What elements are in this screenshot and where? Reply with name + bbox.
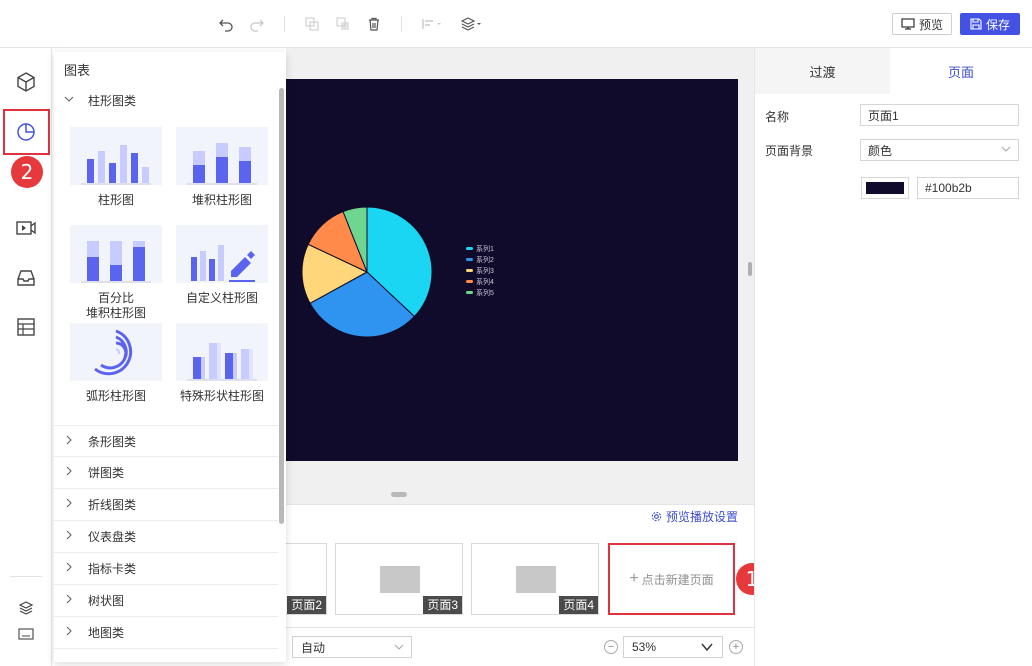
chevron-right-icon: [64, 435, 76, 448]
legend-item: 系列1: [466, 243, 494, 254]
undo-icon[interactable]: [216, 14, 236, 34]
chevron-right-icon: [64, 626, 76, 639]
play-mode-select[interactable]: 自动: [292, 636, 412, 658]
name-label: 名称: [765, 110, 790, 124]
chart-icon[interactable]: [14, 120, 38, 144]
page-thumb-2[interactable]: 页面2: [286, 543, 327, 615]
preview-label: 预览: [918, 17, 943, 32]
inbox-icon[interactable]: [14, 266, 38, 290]
chart-card-stacked[interactable]: 堆积柱形图: [176, 127, 268, 208]
chart-card-percent-stacked[interactable]: 百分比 堆积柱形图: [70, 225, 162, 321]
horizontal-scrollbar[interactable]: [391, 492, 407, 497]
chart-card-column[interactable]: 柱形图: [70, 127, 162, 208]
save-icon: [970, 18, 982, 30]
copy-icon[interactable]: [302, 14, 322, 34]
page-thumb-4[interactable]: 页面4: [471, 543, 599, 615]
legend-item: 系列3: [466, 265, 494, 276]
save-button[interactable]: 保存: [960, 13, 1020, 35]
page-label: 页面4: [559, 596, 598, 614]
tab-page[interactable]: 页面: [890, 48, 1032, 94]
component-icon[interactable]: [14, 70, 38, 94]
chart-panel: 图表 柱形图类 柱形图 堆积柱形图 百分比 堆积柱形图 自定义柱形图 弧形柱形图…: [54, 52, 286, 662]
align-icon[interactable]: [420, 14, 446, 34]
chevron-right-icon: [64, 594, 76, 607]
layers-icon[interactable]: [14, 596, 38, 620]
monitor-icon: [901, 18, 915, 30]
chevron-down-icon: [1000, 143, 1012, 158]
step-badge-2: 2: [11, 156, 43, 188]
stacked-chart-thumbnail: [176, 127, 268, 185]
plus-icon: +: [629, 570, 639, 587]
pie-chart[interactable]: [286, 79, 738, 461]
zoom-select[interactable]: 53%: [623, 636, 723, 658]
category-kpi-cards[interactable]: 指标卡类: [54, 553, 278, 585]
left-rail: 2: [0, 48, 52, 666]
page-label: 页面3: [423, 596, 462, 614]
keyboard-icon[interactable]: [14, 622, 38, 646]
category-pie-charts[interactable]: 饼图类: [54, 457, 278, 489]
chevron-down-icon: [64, 94, 76, 107]
category-line-charts[interactable]: 折线图类: [54, 489, 278, 521]
zoom-out-icon[interactable]: −: [604, 640, 618, 654]
tab-transition[interactable]: 过渡: [755, 48, 890, 94]
chart-card-arc[interactable]: 弧形柱形图: [70, 323, 162, 404]
color-swatch[interactable]: [861, 177, 909, 199]
percent-stacked-chart-thumbnail: [70, 225, 162, 283]
panel-title: 图表: [64, 63, 91, 78]
preview-play-settings[interactable]: 预览播放设置: [651, 508, 738, 525]
category-bar-charts[interactable]: 条形图类: [54, 425, 278, 457]
preview-button[interactable]: 预览: [892, 13, 952, 35]
panel-scrollbar[interactable]: [279, 88, 284, 524]
legend-item: 系列2: [466, 254, 494, 265]
chevron-right-icon: [64, 530, 76, 543]
chart-card-custom[interactable]: 自定义柱形图: [176, 225, 268, 306]
gear-icon: [651, 511, 662, 522]
background-label: 页面背景: [765, 144, 814, 158]
arc-chart-thumbnail: [70, 323, 162, 381]
chevron-down-icon: [393, 641, 405, 656]
special-chart-thumbnail: [176, 323, 268, 381]
redo-icon[interactable]: [247, 14, 267, 34]
chevron-right-icon: [64, 498, 76, 511]
category-gauge-charts[interactable]: 仪表盘类: [54, 521, 278, 553]
save-label: 保存: [985, 17, 1010, 32]
table-icon[interactable]: [14, 315, 38, 339]
page-label: 页面2: [287, 596, 326, 614]
column-chart-thumbnail: [70, 127, 162, 185]
custom-chart-thumbnail: [176, 225, 268, 283]
new-page-button[interactable]: + 点击新建页面: [608, 543, 735, 615]
zoom-in-icon[interactable]: +: [729, 640, 743, 654]
delete-icon[interactable]: [364, 14, 384, 34]
video-icon[interactable]: [14, 216, 38, 240]
background-type-select[interactable]: 颜色: [860, 139, 1019, 161]
legend-item: 系列4: [466, 276, 494, 287]
chart-legend: 系列1 系列2 系列3 系列4 系列5: [466, 243, 494, 298]
layer-icon[interactable]: [460, 14, 486, 34]
color-hex-input[interactable]: #100b2b: [917, 177, 1019, 199]
canvas[interactable]: [286, 79, 738, 461]
legend-item: 系列5: [466, 287, 494, 298]
paste-icon[interactable]: [333, 14, 353, 34]
chart-grid: 柱形图 堆积柱形图 百分比 堆积柱形图 自定义柱形图 弧形柱形图 特殊形状柱形图: [54, 112, 278, 425]
chevron-right-icon: [64, 562, 76, 575]
page-thumb-3[interactable]: 页面3: [335, 543, 463, 615]
chevron-down-icon: [700, 640, 714, 657]
category-tree-charts[interactable]: 树状图: [54, 585, 278, 617]
chart-card-special[interactable]: 特殊形状柱形图: [176, 323, 268, 404]
chevron-right-icon: [64, 466, 76, 479]
top-toolbar: 预览 保存: [0, 0, 1032, 48]
page-name-input[interactable]: 页面1: [860, 104, 1019, 126]
vertical-scrollbar[interactable]: [748, 262, 752, 276]
category-map-charts[interactable]: 地图类: [54, 617, 278, 649]
